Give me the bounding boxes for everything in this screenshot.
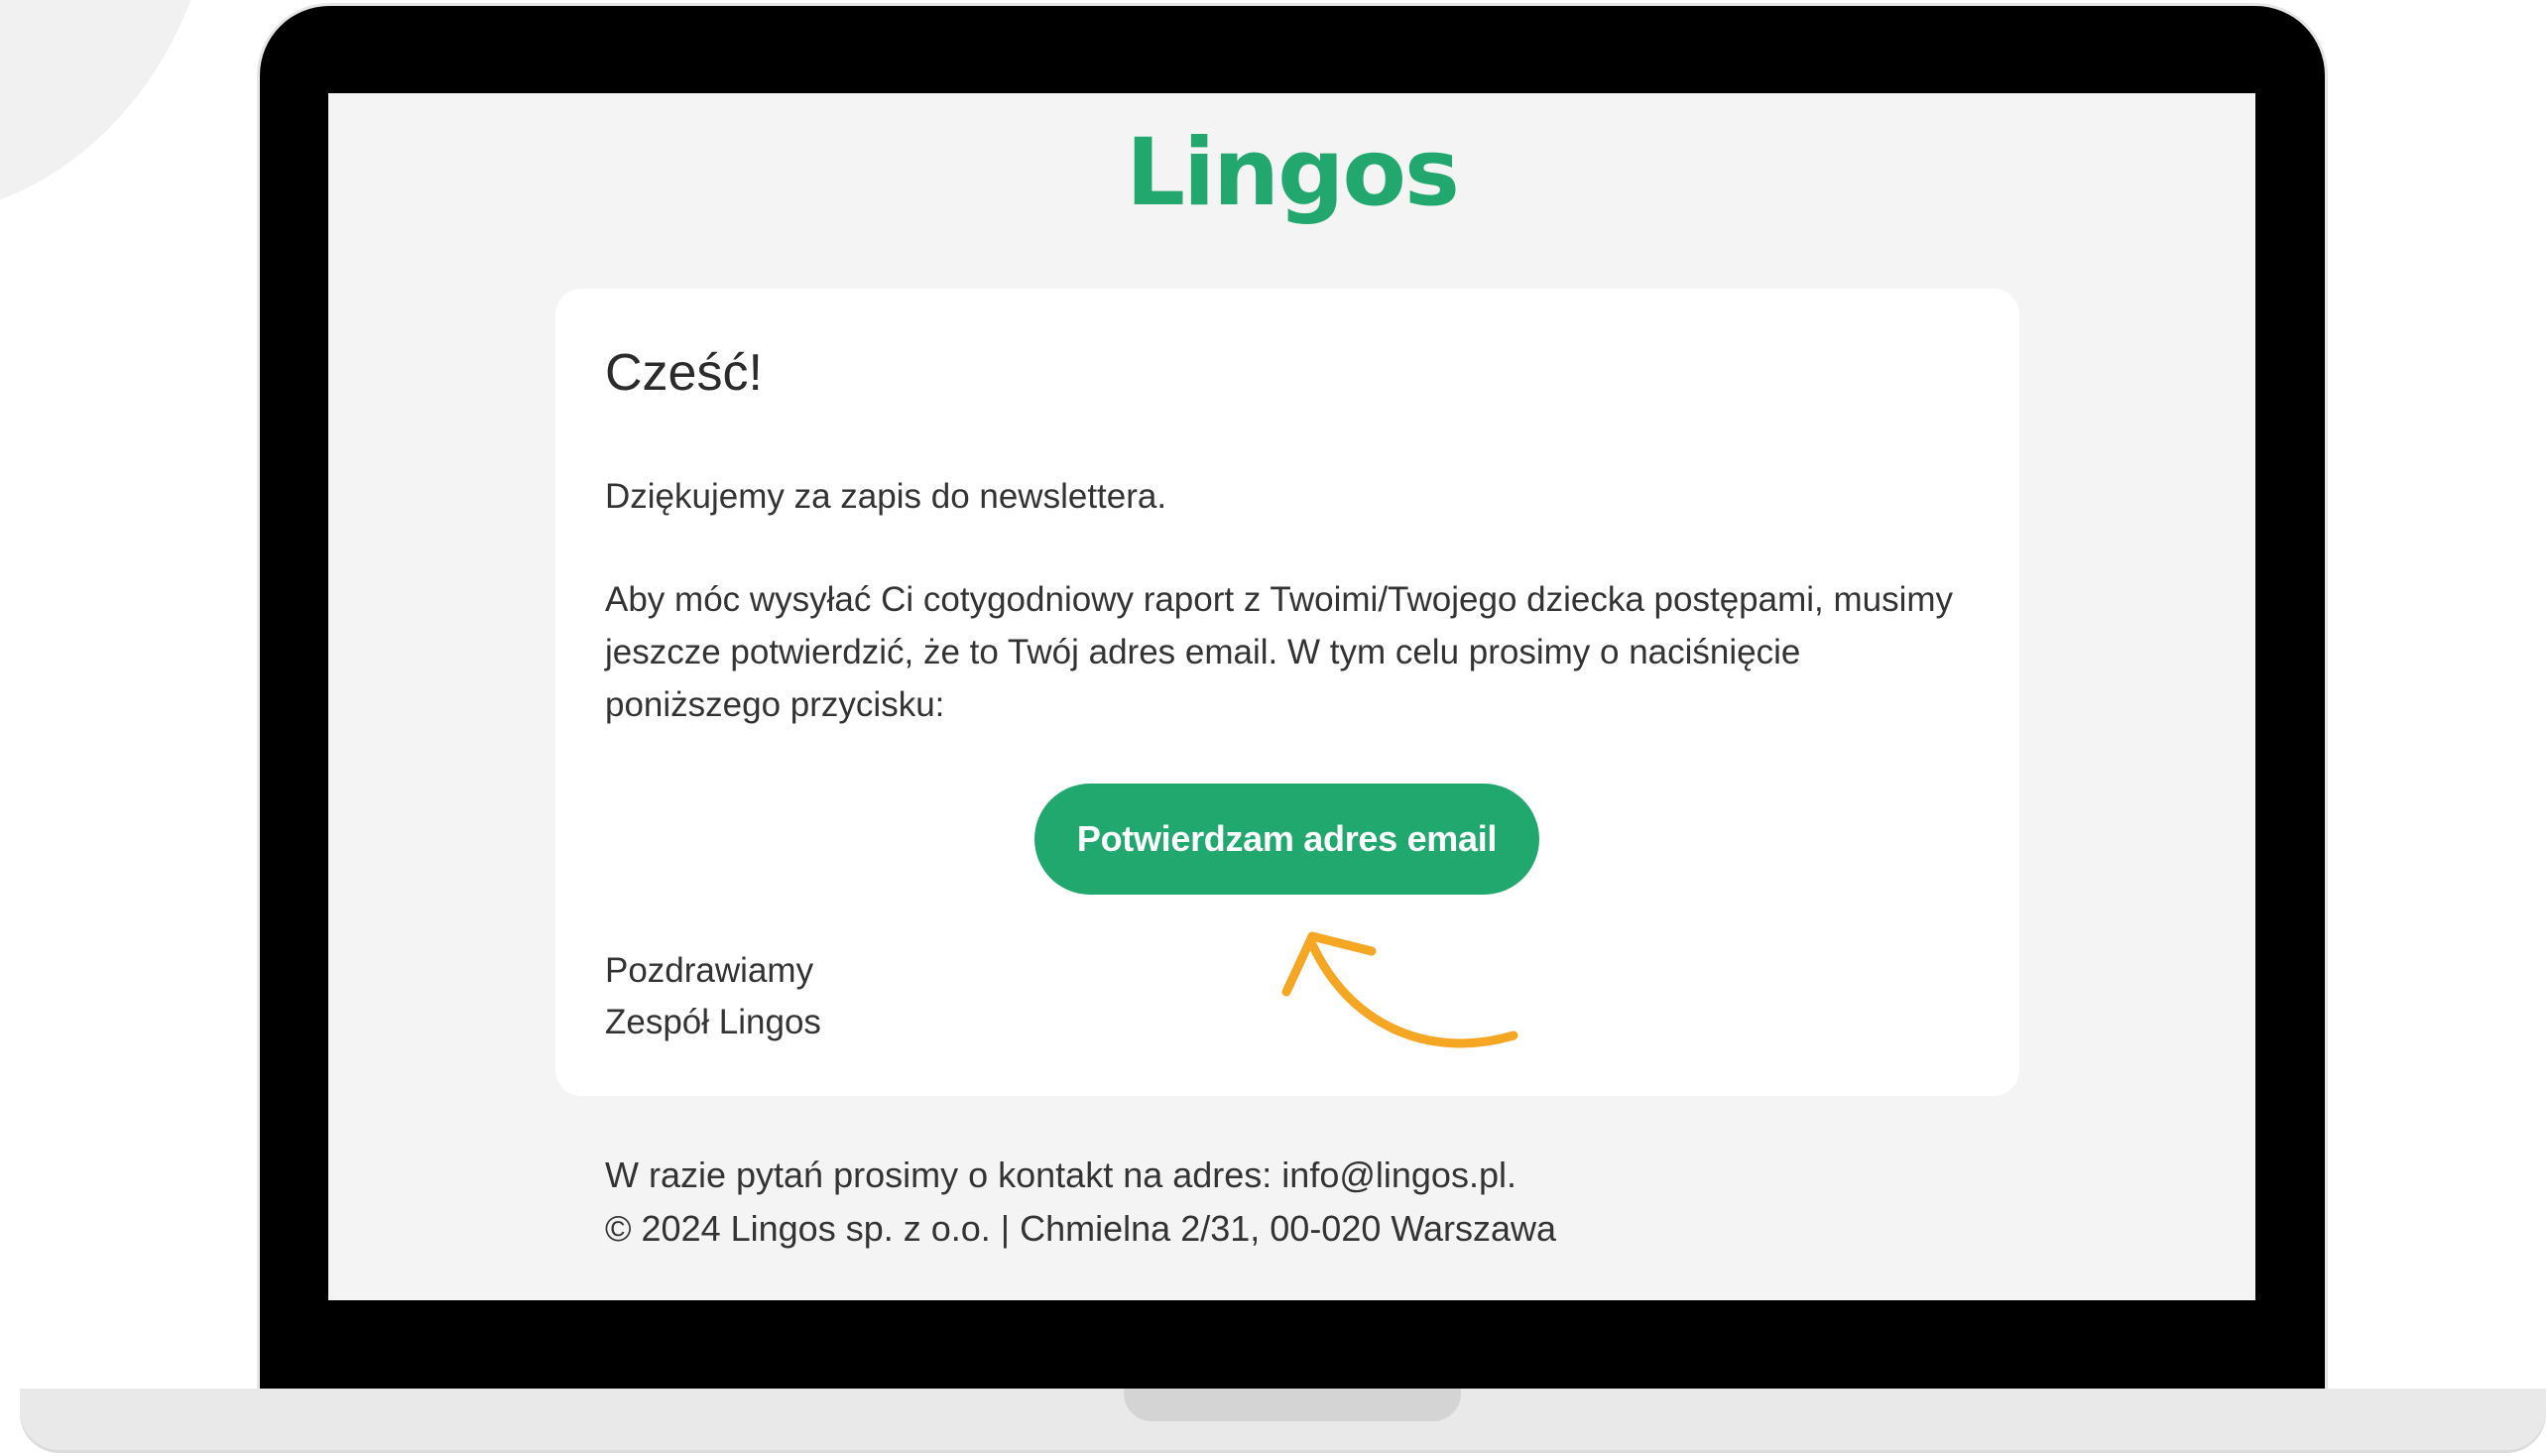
email-paragraph-instructions: Aby móc wysyłać Ci cotygodniowy raport z… <box>605 580 1954 724</box>
background-shape <box>0 0 218 218</box>
footer-contact: W razie pytań prosimy o kontakt na adres… <box>605 1154 1516 1195</box>
email-paragraph-thanks: Dziękujemy za zapis do newslettera. <box>605 477 1167 516</box>
signoff-line: Pozdrawiamy <box>605 951 814 990</box>
curved-arrow-icon <box>1281 931 1518 1048</box>
email-greeting: Cześć! <box>605 344 763 402</box>
signoff-team: Zespół Lingos <box>605 1003 821 1041</box>
page: Lingos Cześć! Dziękujemy za zapis do new… <box>0 0 2546 1456</box>
laptop-notch <box>1124 1389 1461 1421</box>
footer-copyright: © 2024 Lingos sp. z o.o. | Chmielna 2/31… <box>605 1208 1557 1249</box>
email-view: Lingos Cześć! Dziękujemy za zapis do new… <box>328 93 2255 1300</box>
confirm-email-button[interactable]: Potwierdzam adres email <box>1034 784 1539 895</box>
brand-logo: Lingos <box>1126 119 1460 227</box>
